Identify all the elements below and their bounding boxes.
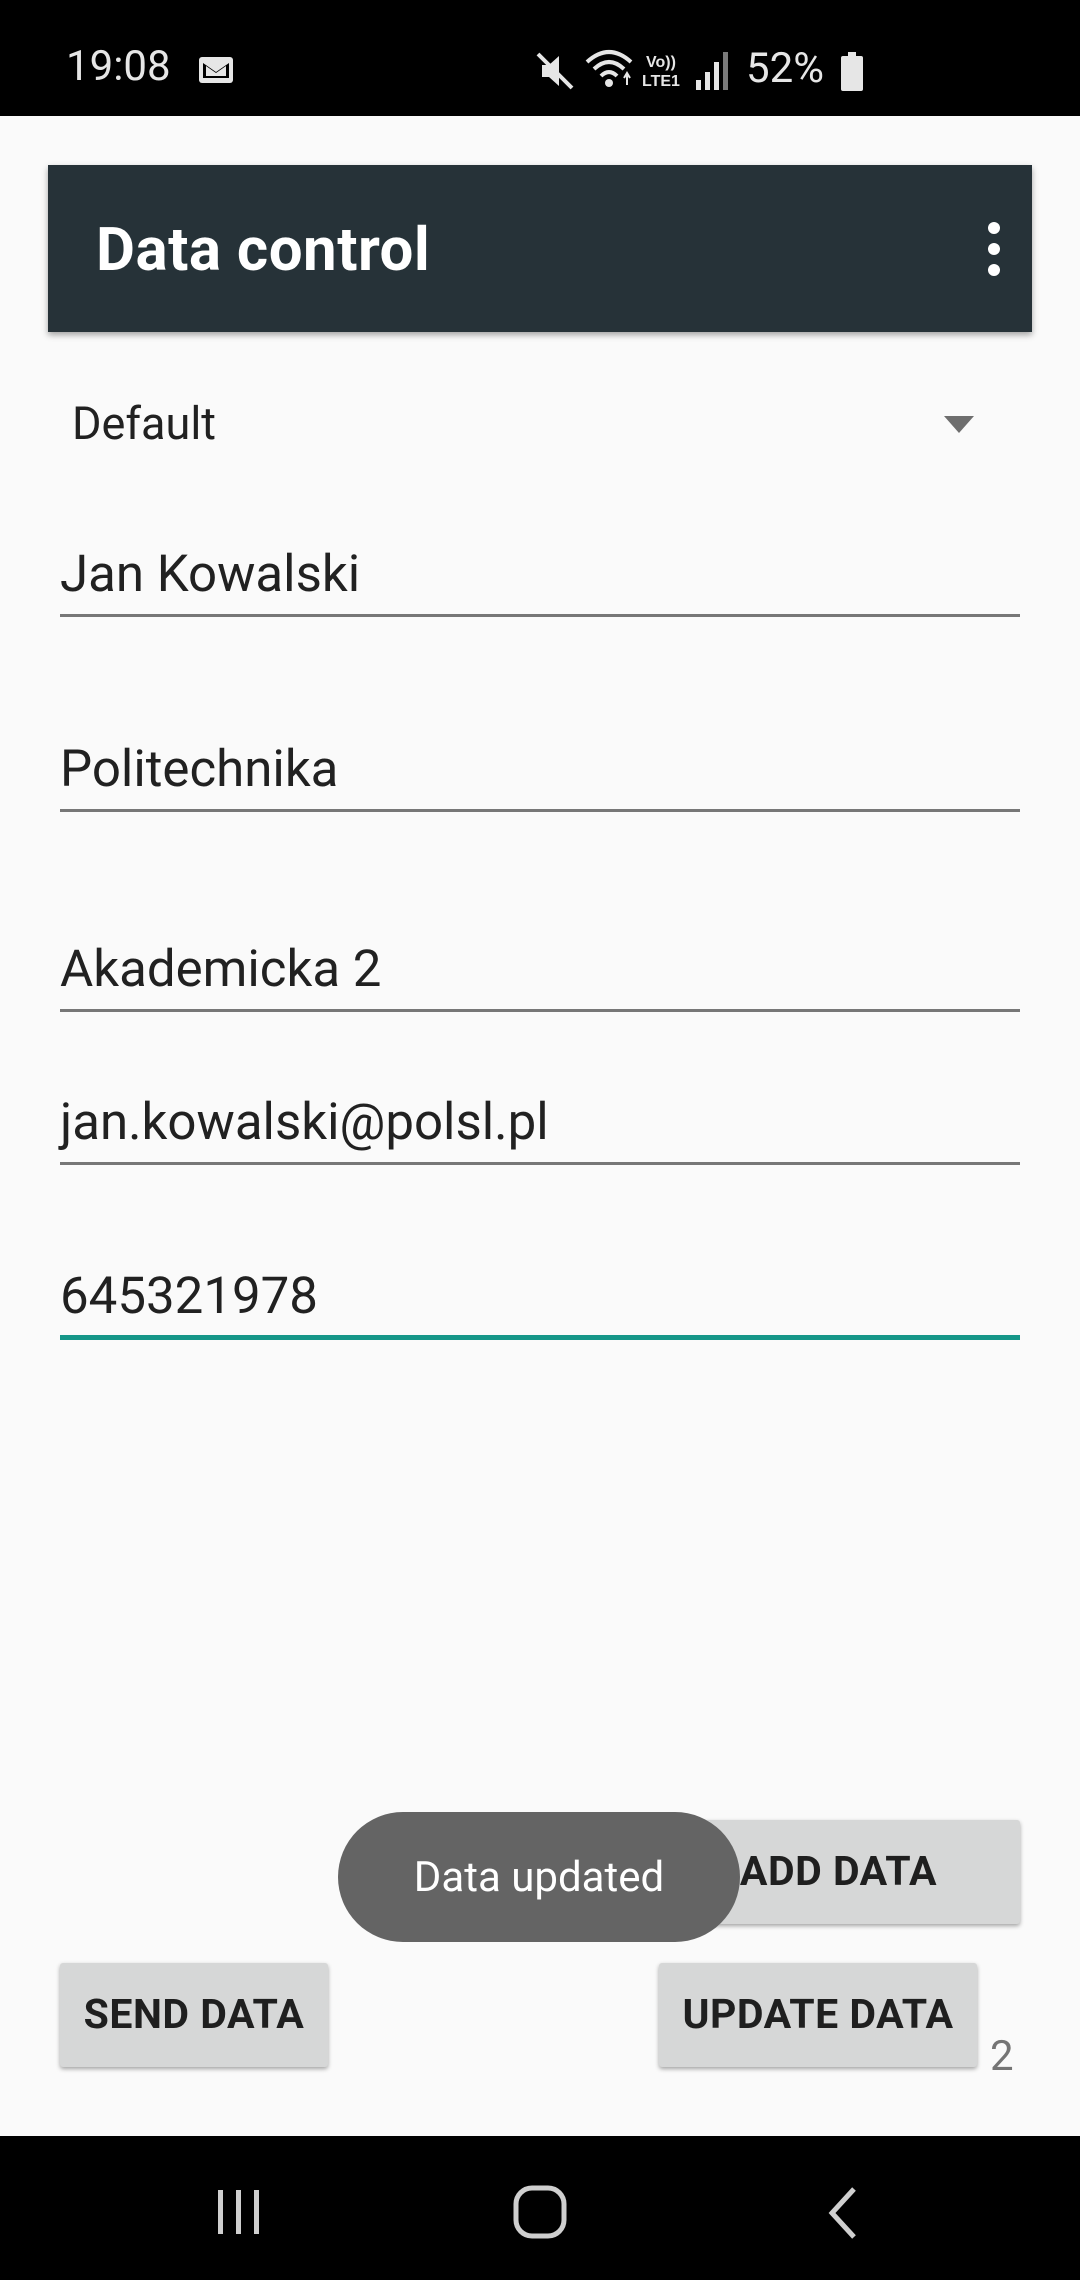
status-bar: 19:08 Vo)) LTE1 52% — [0, 0, 1080, 116]
field-underline — [60, 809, 1020, 812]
battery-percentage: 52% — [746, 44, 824, 93]
field-underline — [60, 614, 1020, 617]
send-data-button[interactable]: SEND DATA — [60, 1963, 328, 2067]
battery-icon — [841, 52, 863, 91]
name-field[interactable]: Jan Kowalski — [60, 540, 1020, 620]
address-value[interactable]: Akademicka 2 — [60, 940, 1020, 1000]
app-toolbar: Data control — [48, 165, 1032, 332]
volte-icon: Vo)) LTE1 — [642, 54, 680, 90]
email-field[interactable]: jan.kowalski@polsl.pl — [60, 1088, 1020, 1168]
more-vert-icon[interactable] — [988, 220, 1000, 278]
svg-text:Vo)): Vo)) — [646, 54, 676, 71]
email-value[interactable]: jan.kowalski@polsl.pl — [60, 1093, 1020, 1153]
dropdown-arrow-icon — [944, 416, 974, 433]
home-icon[interactable] — [512, 2184, 568, 2240]
address-field[interactable]: Akademicka 2 — [60, 935, 1020, 1015]
mute-icon — [536, 52, 574, 90]
page-title: Data control — [96, 214, 431, 285]
back-icon[interactable] — [828, 2186, 858, 2240]
svg-text:LTE1: LTE1 — [642, 73, 680, 90]
spinner-selected-value: Default — [72, 397, 216, 450]
institution-value[interactable]: Politechnika — [60, 740, 1020, 800]
update-data-button[interactable]: UPDATE DATA — [659, 1963, 977, 2067]
phone-field[interactable]: 645321978 — [60, 1262, 1020, 1344]
phone-value[interactable]: 645321978 — [60, 1267, 1020, 1327]
signal-icon — [696, 52, 728, 90]
mail-icon — [199, 57, 233, 83]
status-time: 19:08 — [66, 42, 171, 91]
field-underline — [60, 1009, 1020, 1012]
wifi-icon — [585, 50, 633, 87]
field-underline-focused — [60, 1335, 1020, 1340]
institution-field[interactable]: Politechnika — [60, 735, 1020, 815]
name-value[interactable]: Jan Kowalski — [60, 545, 1020, 605]
recents-icon[interactable] — [214, 2188, 264, 2236]
profile-spinner[interactable]: Default — [48, 386, 1032, 466]
field-underline — [60, 1162, 1020, 1165]
toast-message: Data updated — [338, 1812, 740, 1942]
system-nav-bar — [0, 2136, 1080, 2280]
record-counter: 2 — [990, 2032, 1014, 2081]
